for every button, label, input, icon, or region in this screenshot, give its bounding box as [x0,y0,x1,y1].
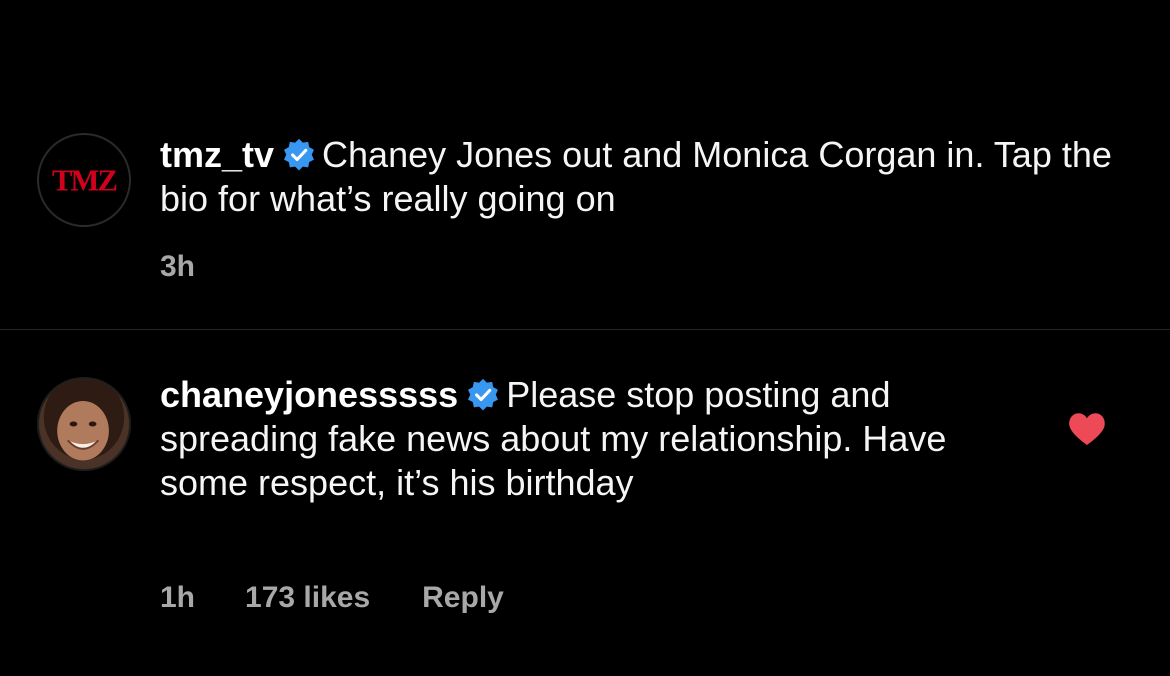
reply-username[interactable]: chaneyjonesssss [160,374,458,415]
caption-text-block: tmz_tv Chaney Jones out and Monica Corga… [160,133,1150,221]
tmz-logo-icon: TMZ [52,164,118,198]
caption-username[interactable]: tmz_tv [160,134,274,175]
reply-likes-count[interactable]: 173 likes [245,581,370,615]
caption-comment: TMZ tmz_tv Chaney Jones out and Monica C… [0,0,1170,330]
reply-text-block: chaneyjonesssss Please stop posting and … [160,373,960,505]
divider [0,329,1170,330]
tmz-avatar[interactable]: TMZ [37,133,131,227]
caption-meta: 3h [160,250,245,284]
reply-time: 1h [160,581,196,614]
profile-photo-icon [39,379,129,469]
heart-icon[interactable] [1068,412,1106,446]
verified-badge-icon [468,378,499,411]
reply-meta: 1h 173 likes Reply [160,581,504,615]
caption-time: 3h [160,250,196,283]
reply-button[interactable]: Reply [422,581,504,615]
chaney-avatar[interactable] [37,377,131,471]
svg-text:TMZ: TMZ [52,164,117,198]
reply-comment: chaneyjonesssss Please stop posting and … [0,331,1170,676]
verified-badge-icon [284,138,314,171]
